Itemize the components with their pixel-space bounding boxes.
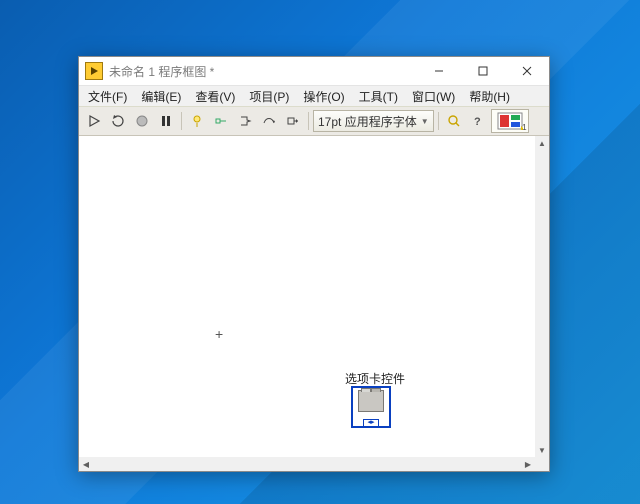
font-select[interactable]: 17pt 应用程序字体 ▼ <box>313 110 434 132</box>
vertical-scrollbar[interactable]: ▲ ▼ <box>535 136 549 457</box>
scroll-right-button[interactable]: ▶ <box>521 457 535 471</box>
node-label: 选项卡控件 <box>345 370 405 387</box>
retain-wires-button[interactable] <box>210 110 232 132</box>
step-over-button[interactable] <box>258 110 280 132</box>
window-title: 未命名 1 程序框图 * <box>109 63 214 80</box>
vi-icon <box>497 112 523 130</box>
toolbar-separator <box>181 112 182 130</box>
menu-project[interactable]: 项目(P) <box>242 87 296 106</box>
maximize-button[interactable] <box>461 57 505 85</box>
run-continuous-button[interactable] <box>107 110 129 132</box>
titlebar: 未命名 1 程序框图 * <box>79 57 549 85</box>
abort-button[interactable] <box>131 110 153 132</box>
toolbar-separator <box>438 112 439 130</box>
menu-view[interactable]: 查看(V) <box>188 87 242 106</box>
scroll-left-button[interactable]: ◀ <box>79 457 93 471</box>
canvas-area: + 选项卡控件 ◂▸ ▲ ▼ ◀ ▶ <box>79 136 549 471</box>
context-help-index: 1 <box>522 123 526 132</box>
crosshair-cursor-icon: + <box>215 328 227 340</box>
pause-button[interactable] <box>155 110 177 132</box>
horizontal-scrollbar[interactable]: ◀ ▶ <box>79 457 535 471</box>
scroll-corner <box>535 457 549 471</box>
menu-help[interactable]: 帮助(H) <box>462 87 517 106</box>
close-button[interactable] <box>505 57 549 85</box>
node-terminal-icon: ◂▸ <box>363 419 379 427</box>
scroll-down-button[interactable]: ▼ <box>535 443 549 457</box>
search-button[interactable] <box>443 110 465 132</box>
highlight-exec-button[interactable] <box>186 110 208 132</box>
step-into-button[interactable] <box>234 110 256 132</box>
menu-operate[interactable]: 操作(O) <box>296 87 351 106</box>
scroll-up-button[interactable]: ▲ <box>535 136 549 150</box>
menu-window[interactable]: 窗口(W) <box>405 87 462 106</box>
menubar: 文件(F) 编辑(E) 查看(V) 项目(P) 操作(O) 工具(T) 窗口(W… <box>79 85 549 106</box>
menu-tools[interactable]: 工具(T) <box>352 87 405 106</box>
step-out-button[interactable] <box>282 110 304 132</box>
context-help-panel[interactable]: 1 <box>491 109 529 133</box>
toolbar-separator <box>308 112 309 130</box>
svg-text:?: ? <box>474 116 481 128</box>
tab-control-glyph-icon <box>358 390 384 412</box>
app-icon <box>85 62 103 80</box>
minimize-button[interactable] <box>417 57 461 85</box>
block-diagram-canvas[interactable]: + 选项卡控件 ◂▸ <box>79 136 535 457</box>
menu-edit[interactable]: 编辑(E) <box>134 87 188 106</box>
caret-down-icon: ▼ <box>421 117 429 126</box>
menu-file[interactable]: 文件(F) <box>81 87 134 106</box>
help-button[interactable]: ? <box>467 110 489 132</box>
tab-control-node[interactable]: ◂▸ <box>351 386 391 428</box>
app-window: 未命名 1 程序框图 * 文件(F) 编辑(E) 查看(V) 项目(P) 操作(… <box>78 56 550 472</box>
font-select-label: 17pt 应用程序字体 <box>318 113 417 130</box>
run-button[interactable] <box>83 110 105 132</box>
toolbar: 17pt 应用程序字体 ▼ ? 1 <box>79 106 549 136</box>
